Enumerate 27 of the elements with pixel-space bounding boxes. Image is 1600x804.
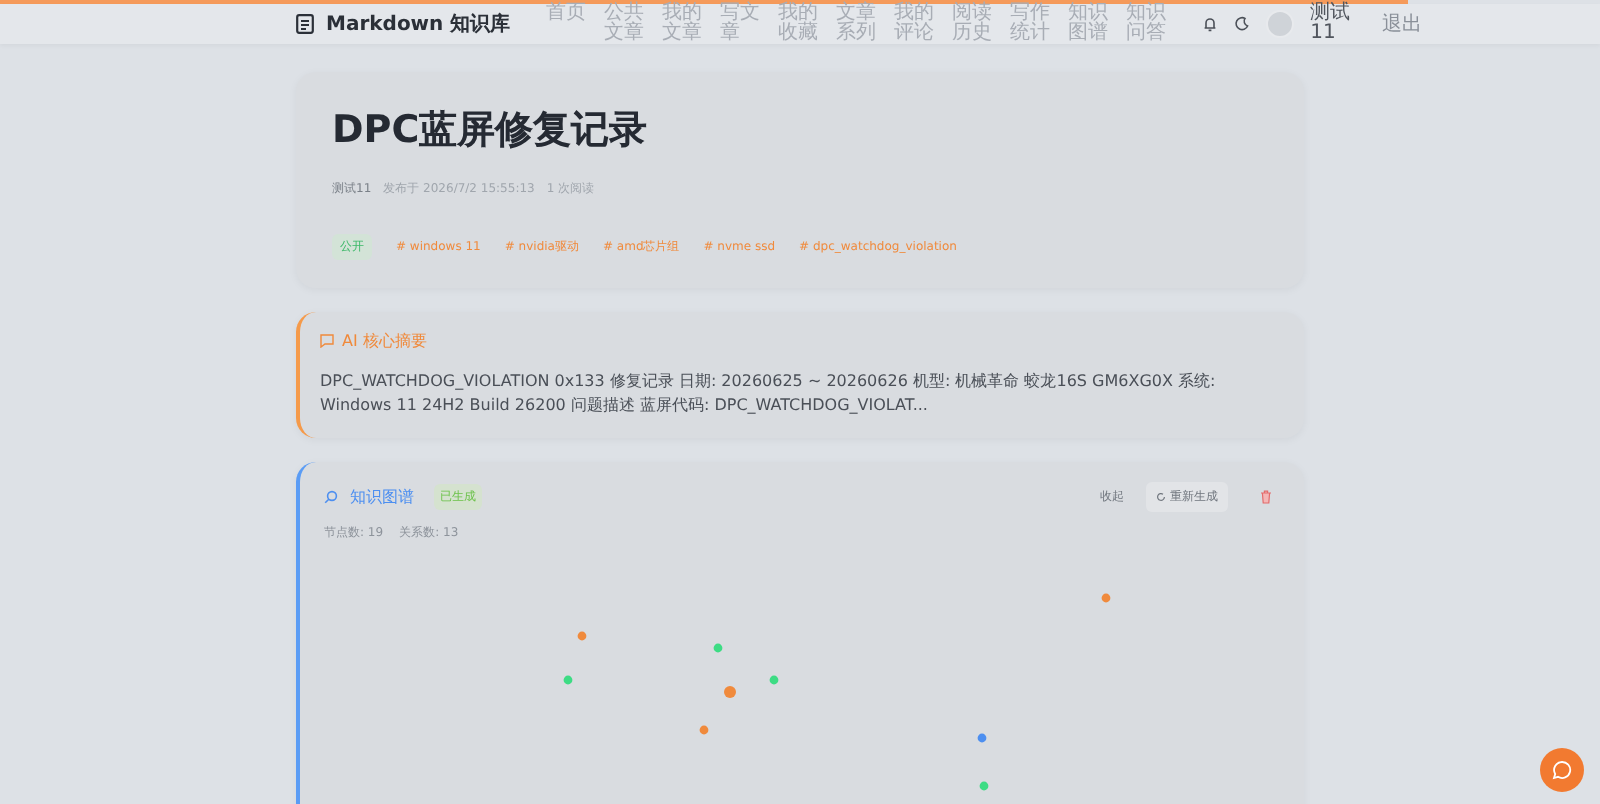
document-icon — [296, 14, 314, 34]
summary-text: DPC_WATCHDOG_VIOLATION 0x133 修复记录 日期: 20260625 ~ 20260626 机型: 机械革命 蛟龙16S GM6XG0X 系统: Windows 11 24H2 Build 26200 问题描述 蓝屏代码: DPC_WATCHDOG_VIOLAT... — [320, 370, 1218, 418]
article-title: DPC蓝屏修复记录 — [332, 106, 650, 156]
nav-link[interactable]: 文章系列 — [836, 4, 877, 44]
nav-link[interactable]: 我的评论 — [894, 4, 935, 44]
user-name[interactable]: 测试11 — [1310, 4, 1355, 44]
nav-link[interactable]: 首页 — [546, 4, 587, 44]
summary-title: AI 核心摘要 — [342, 330, 427, 352]
nav-link[interactable]: 我的收藏 — [778, 4, 819, 44]
trash-icon[interactable] — [1260, 490, 1272, 504]
refresh-icon — [1156, 492, 1166, 502]
moon-icon[interactable] — [1234, 16, 1251, 32]
nav-link[interactable]: 写文章 — [720, 4, 761, 44]
chat-button[interactable] — [1540, 748, 1584, 792]
bell-icon[interactable] — [1202, 16, 1219, 32]
nav-link[interactable]: 写作统计 — [1010, 4, 1051, 44]
chat-icon — [1552, 760, 1572, 780]
nav-link[interactable]: 知识问答 — [1126, 4, 1167, 44]
nav-link[interactable]: 公共文章 — [604, 4, 645, 44]
nav-link[interactable]: 我的文章 — [662, 4, 703, 44]
brand-title: Markdown 知识库 — [326, 10, 511, 38]
graph-title: 知识图谱 — [350, 486, 414, 508]
logout-link[interactable]: 退出 — [1382, 10, 1423, 38]
nav-link[interactable]: 知识图谱 — [1068, 4, 1109, 44]
nav-link[interactable]: 阅读历史 — [952, 4, 993, 44]
search-icon — [324, 490, 338, 504]
comment-icon — [320, 334, 334, 348]
